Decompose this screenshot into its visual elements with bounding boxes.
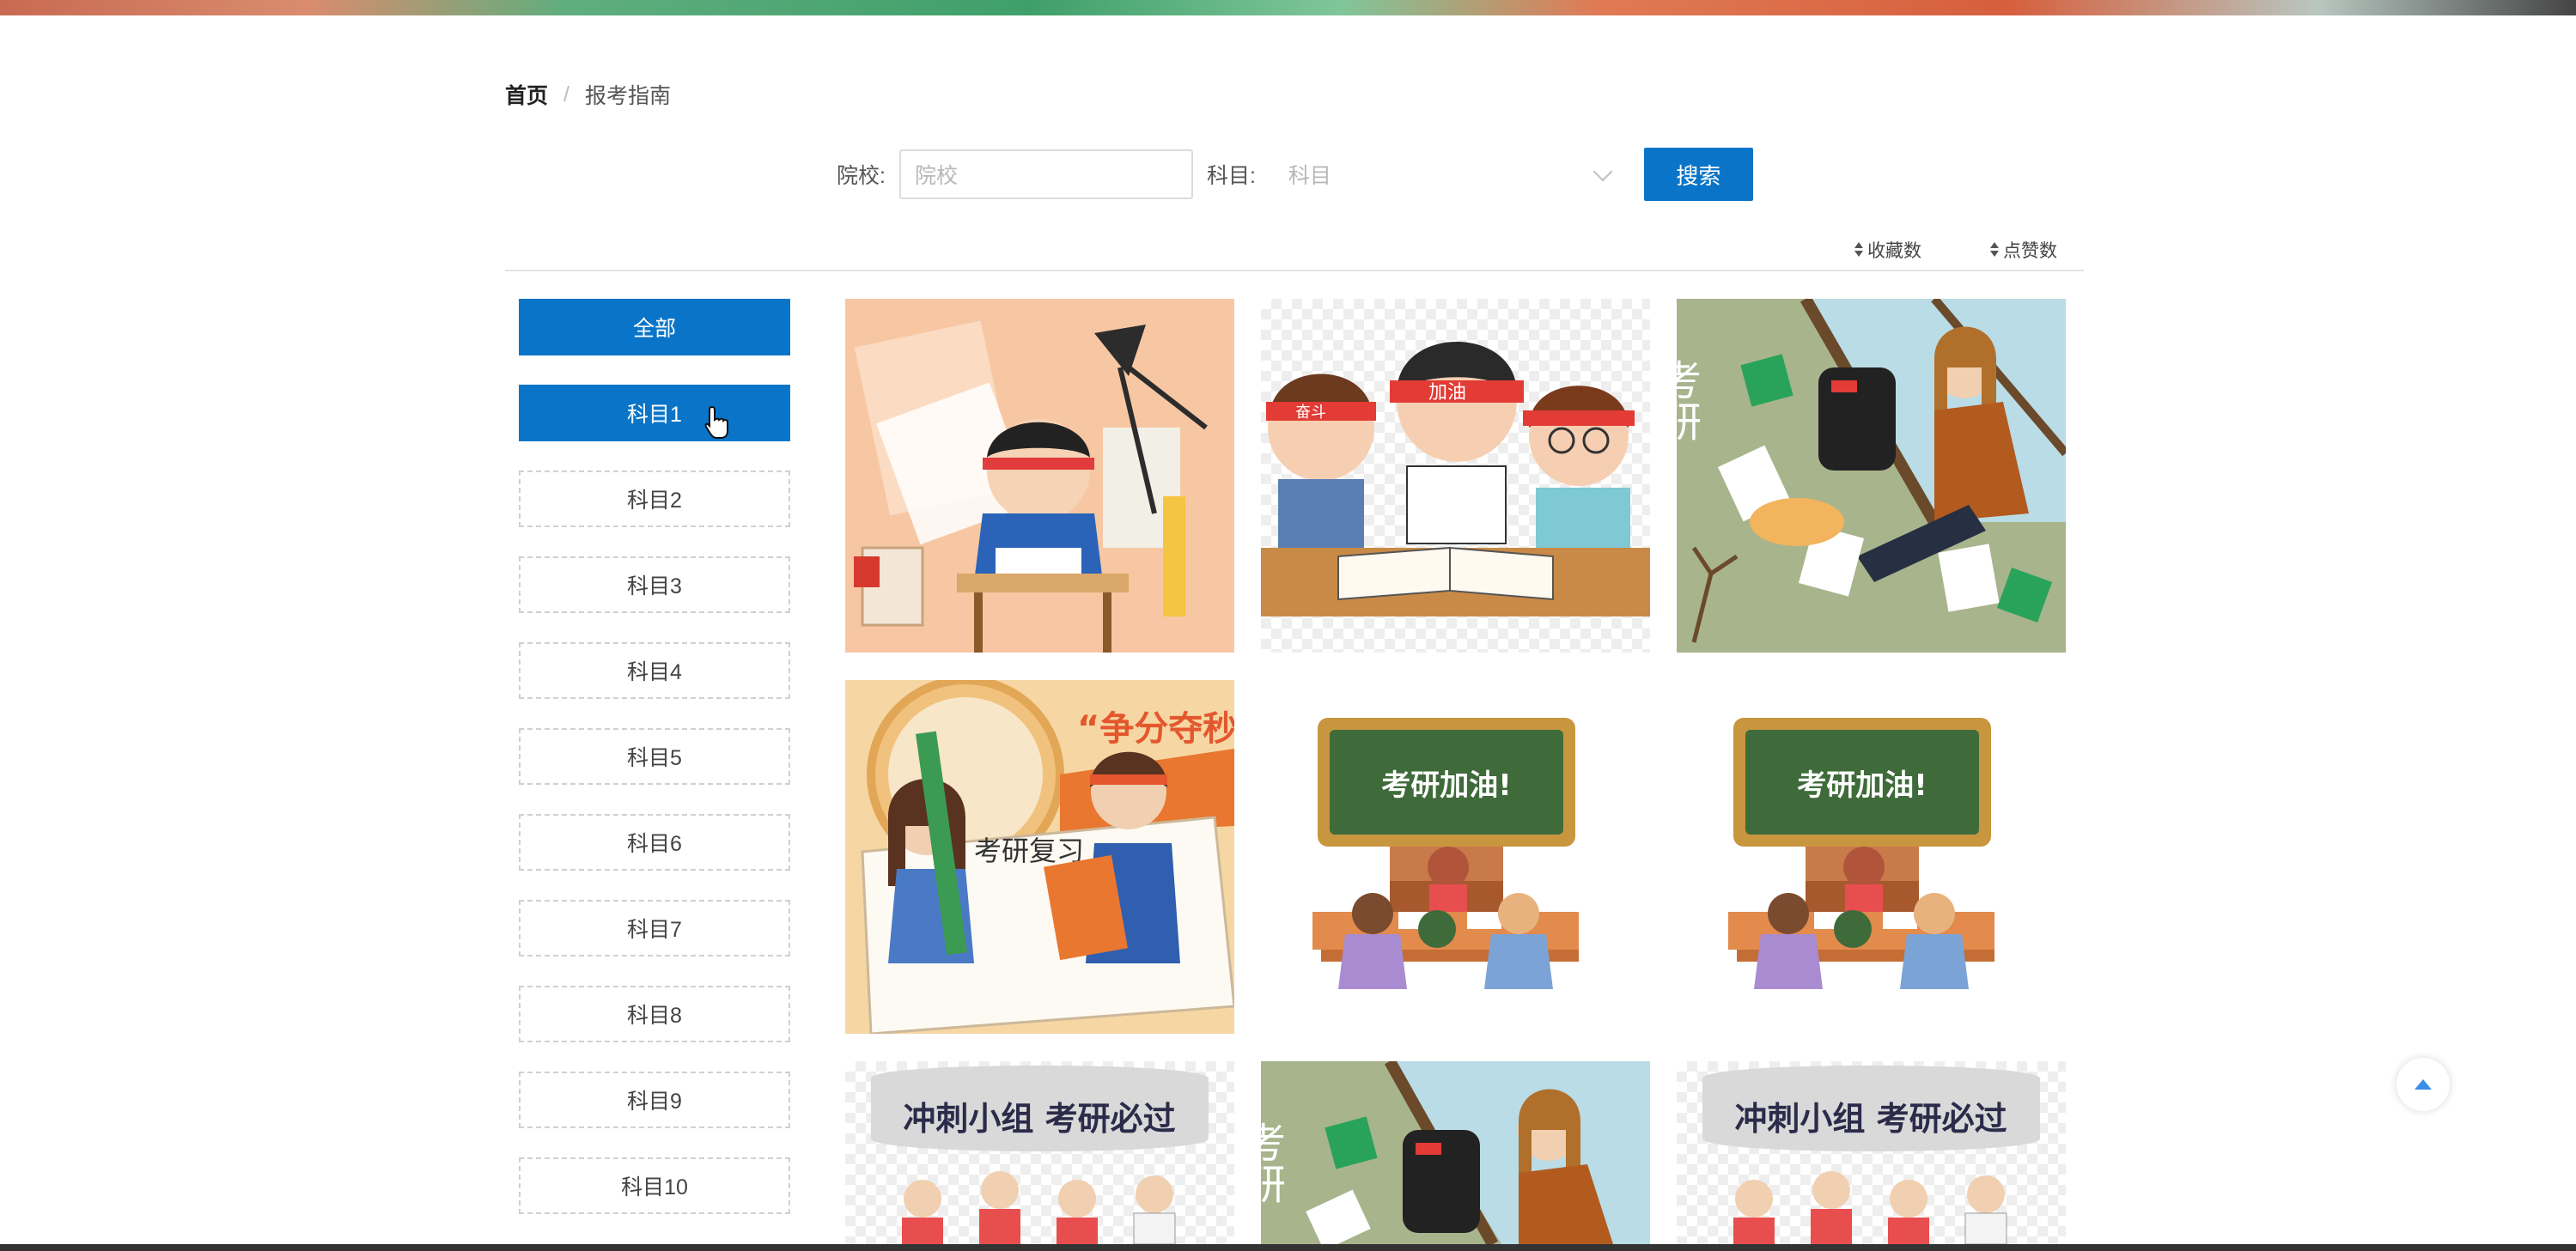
blackboard-text: 考研加油! (1381, 768, 1512, 803)
image-card-8[interactable]: 考研 (1261, 1061, 1650, 1244)
sort-by-favorites[interactable]: 收藏数 (1854, 237, 1921, 263)
category-subject-3[interactable]: 科目3 (519, 556, 790, 613)
top-banner (0, 0, 2576, 15)
three-students-jiayou-illustration: 奋斗 加油 (1261, 342, 1650, 616)
image-card-9[interactable]: 冲刺小组 考研必过 (1677, 1061, 2066, 1244)
kaoyan-side-text: 考研 (1261, 1121, 1285, 1204)
image-card-6[interactable]: 考研加油! (1677, 680, 2066, 1034)
breadcrumb-home[interactable]: 首页 (505, 79, 548, 110)
group-bubble-illustration: 冲刺小组 考研必过 (871, 1066, 1209, 1244)
category-subject-7[interactable]: 科目7 (519, 900, 790, 956)
image-card-1[interactable] (845, 299, 1234, 653)
sort-by-likes[interactable]: 点赞数 (1989, 237, 2057, 263)
bottom-edge (0, 1244, 2576, 1251)
classroom-blackboard-illustration: 考研加油! (1312, 718, 1579, 989)
student-studying-illustration (845, 299, 1234, 653)
subject-select[interactable]: 科目 (1263, 149, 1630, 199)
search-bar: 院校: 院校 科目: 科目 搜索 (837, 148, 1753, 201)
breadcrumb-separator: / (563, 82, 569, 106)
kaoyan-side-text: 考研 (1677, 359, 1701, 441)
two-students-exam-illustration: “争分夺秒 考研复习 (845, 680, 1234, 1034)
jiayou-text: 加油 (1428, 382, 1466, 404)
girl-reading-window-illustration: 考研 (1261, 1061, 1650, 1244)
back-to-top-button[interactable] (2396, 1058, 2450, 1111)
category-subject-5[interactable]: 科目5 (519, 728, 790, 785)
image-card-7[interactable]: 冲刺小组 考研必过 (845, 1061, 1234, 1244)
image-card-5[interactable]: 考研加油! (1261, 680, 1650, 1034)
sort-favorites-label: 收藏数 (1867, 241, 1921, 261)
banner-text: “争分夺秒 (1077, 709, 1234, 749)
image-card-4[interactable]: “争分夺秒 考研复习 (845, 680, 1234, 1034)
category-subject-6[interactable]: 科目6 (519, 814, 790, 871)
sort-icon (1989, 242, 2000, 258)
breadcrumb-current: 报考指南 (584, 84, 671, 108)
arrow-up-icon (2415, 1079, 2432, 1090)
school-input[interactable]: 院校 (898, 149, 1193, 199)
category-all[interactable]: 全部 (519, 299, 790, 355)
girl-reading-window-illustration: 考研 (1677, 299, 2066, 653)
category-subject-9[interactable]: 科目9 (519, 1072, 790, 1128)
category-subject-4[interactable]: 科目4 (519, 642, 790, 699)
bubble-text: 冲刺小组 考研必过 (1734, 1100, 2007, 1138)
bubble-text: 冲刺小组 考研必过 (903, 1100, 1175, 1138)
category-subject-10[interactable]: 科目10 (519, 1157, 790, 1214)
category-subject-2[interactable]: 科目2 (519, 471, 790, 527)
divider (505, 270, 2084, 271)
search-button[interactable]: 搜索 (1643, 148, 1753, 201)
image-card-3[interactable]: 考研 (1677, 299, 2066, 653)
hand-cursor-icon (704, 405, 728, 439)
chevron-down-icon (1592, 161, 1613, 182)
subject-label: 科目: (1206, 164, 1256, 188)
category-subject-8[interactable]: 科目8 (519, 986, 790, 1042)
group-bubble-illustration: 冲刺小组 考研必过 (1702, 1066, 2040, 1244)
image-card-2[interactable]: 奋斗 加油 (1261, 299, 1650, 653)
subject-placeholder: 科目 (1288, 164, 1331, 188)
paper-text: 考研复习 (974, 835, 1084, 867)
sort-icon (1854, 242, 1864, 258)
category-subject-1[interactable]: 科目1 (519, 385, 790, 441)
fendou-text: 奋斗 (1295, 404, 1326, 422)
blackboard-text: 考研加油! (1797, 768, 1927, 803)
sort-likes-label: 点赞数 (2003, 241, 2057, 261)
breadcrumb: 首页 / 报考指南 (505, 79, 671, 110)
school-placeholder: 院校 (914, 164, 958, 188)
classroom-blackboard-illustration: 考研加油! (1728, 718, 1994, 989)
school-label: 院校: (837, 164, 886, 188)
